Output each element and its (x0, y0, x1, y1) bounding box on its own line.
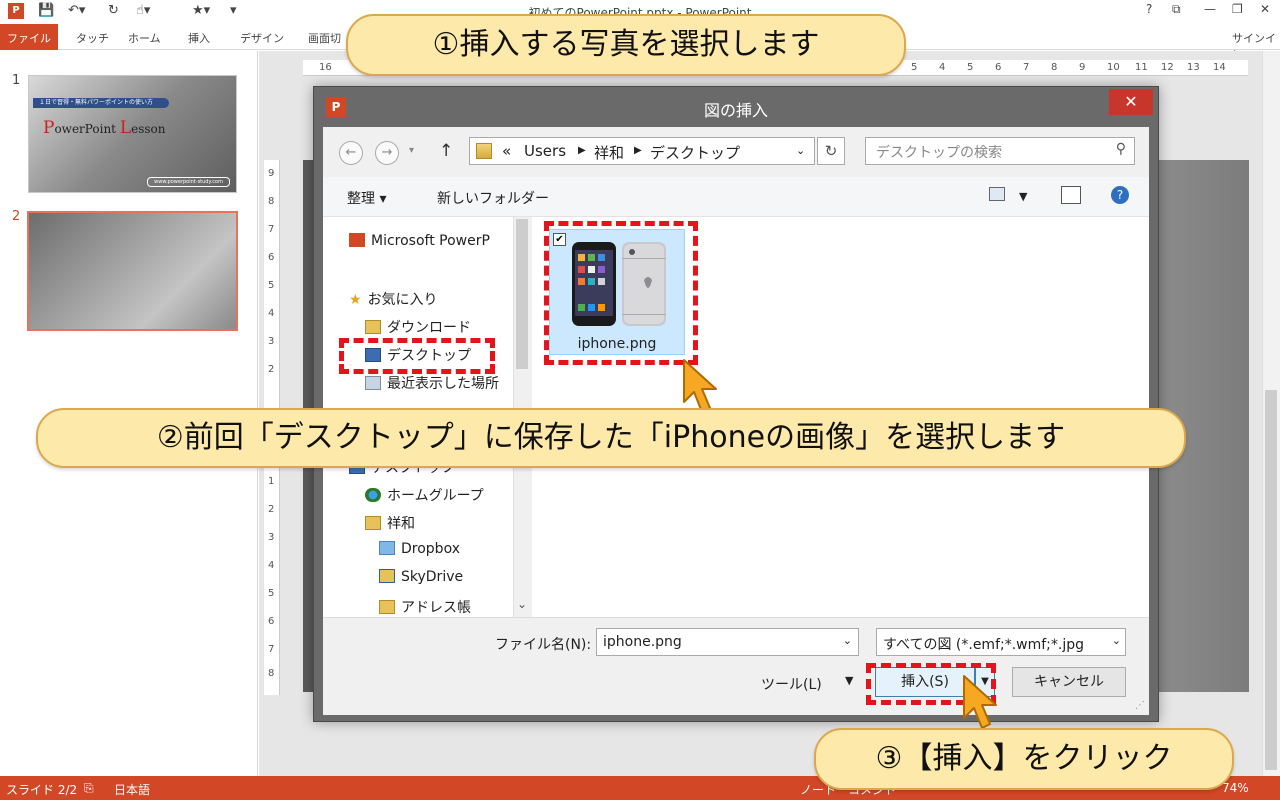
zoom-level[interactable]: 74% (1222, 781, 1249, 795)
highlight-desktop-nav (339, 338, 495, 374)
view-options-icon[interactable] (989, 187, 1005, 201)
nav-item-dropbox[interactable]: Dropbox (379, 541, 460, 557)
dropbox-icon (379, 541, 395, 555)
slide-number: 2 (12, 209, 21, 224)
dialog-title-bar: P 図の挿入 ✕ (314, 87, 1158, 127)
organize-button[interactable]: 整理 ▾ (347, 188, 386, 208)
star-icon: ★ (349, 292, 362, 308)
contacts-folder-icon (379, 600, 395, 614)
chevron-down-icon[interactable]: ▼ (845, 674, 853, 687)
dialog-close-button[interactable]: ✕ (1109, 89, 1153, 115)
tab-insert[interactable]: 挿入 (188, 30, 210, 46)
tab-design[interactable]: デザイン (240, 30, 284, 46)
tab-home[interactable]: ホーム (128, 30, 161, 46)
filetype-select[interactable]: すべての図 (*.emf;*.wmf;*.jpg ⌄ (876, 628, 1126, 656)
spellcheck-icon[interactable]: ⎘ (84, 781, 94, 796)
callout-step2: ②前回「デスクトップ」に保存した「iPhoneの画像」を選択します (36, 408, 1186, 468)
tab-touch[interactable]: タッチ (76, 30, 109, 46)
chevron-down-icon[interactable]: ⌄ (796, 144, 805, 157)
breadcrumb-user[interactable]: 祥和 (594, 142, 624, 163)
nav-item-favorites[interactable]: ★ お気に入り (349, 289, 438, 309)
callout-step1: ①挿入する写真を選択します (346, 14, 906, 76)
folder-icon (476, 143, 492, 159)
tab-file[interactable]: ファイル (0, 24, 58, 50)
recent-locations-icon[interactable]: ▾ (409, 145, 414, 156)
language-indicator[interactable]: 日本語 (114, 781, 150, 798)
help-button[interactable]: ? (1146, 2, 1152, 16)
filename-label: ファイル名(N): (495, 637, 592, 653)
dialog-footer: ファイル名(N): iphone.png ⌄ すべての図 (*.emf;*.wm… (323, 617, 1149, 715)
nav-item-user[interactable]: 祥和 (365, 513, 415, 533)
ribbon-display-button[interactable]: ⧉ (1172, 2, 1181, 17)
slide-url: www.powerpoint-study.com (147, 177, 230, 187)
search-input[interactable]: デスクトップの検索 ⚲ (865, 137, 1135, 165)
nav-item-downloads[interactable]: ダウンロード (365, 317, 471, 337)
chevron-down-icon[interactable]: ⌄ (1109, 634, 1121, 647)
recent-places-icon (365, 376, 381, 390)
nav-item-skydrive[interactable]: SkyDrive (379, 569, 463, 585)
breadcrumb-users[interactable]: Users (524, 142, 566, 160)
forward-button[interactable]: → (375, 141, 399, 165)
highlight-iphone-file (544, 221, 698, 365)
cursor-arrow-icon (683, 359, 717, 413)
slide-thumbnail-1[interactable]: １日で習得・無料パワーポイントの使い方 PowerPoint Lesson ww… (28, 75, 237, 193)
filename-input[interactable]: iphone.png ⌄ (596, 628, 859, 656)
powerpoint-icon (349, 233, 365, 247)
editor-scrollbar-thumb[interactable] (1265, 390, 1277, 770)
breadcrumb-desktop[interactable]: デスクトップ (650, 142, 740, 163)
help-icon[interactable]: ? (1111, 186, 1129, 204)
homegroup-icon (365, 488, 381, 502)
user-folder-icon (365, 516, 381, 530)
nav-pane-scrollbar-thumb[interactable] (516, 219, 528, 369)
resize-grip-icon[interactable]: ⋰ (1135, 700, 1145, 711)
slide-title: PowerPoint Lesson (43, 118, 166, 138)
search-icon[interactable]: ⚲ (1116, 141, 1126, 157)
dialog-title: 図の挿入 (703, 101, 768, 120)
address-row: ← → ▾ ↑ « Users ▶ 祥和 ▶ デスクトップ ⌄ ↻ デスクトップ… (323, 127, 1149, 177)
tools-menu[interactable]: ツール(L) (761, 674, 822, 694)
slide-banner: １日で習得・無料パワーポイントの使い方 (33, 98, 169, 108)
cancel-button[interactable]: キャンセル (1012, 667, 1126, 697)
chevron-right-icon: ▶ (634, 145, 642, 156)
close-window-button[interactable]: ✕ (1260, 2, 1270, 16)
slide-thumbnail-2[interactable] (27, 211, 238, 331)
cursor-arrow-icon (963, 675, 997, 729)
slide-number: 1 (12, 73, 21, 88)
insert-picture-dialog: P 図の挿入 ✕ ← → ▾ ↑ « Users ▶ 祥和 ▶ デスクトップ ⌄… (313, 86, 1159, 722)
path-overflow[interactable]: « (502, 142, 511, 160)
tab-transitions[interactable]: 画面切 (308, 30, 341, 46)
nav-item-contacts[interactable]: アドレス帳 (379, 597, 471, 617)
nav-item-recent[interactable]: 最近表示した場所 (365, 373, 499, 393)
callout-step3: ③【挿入】をクリック (814, 728, 1234, 790)
up-button[interactable]: ↑ (439, 141, 453, 161)
maximize-button[interactable]: ❐ (1232, 2, 1243, 16)
chevron-down-icon[interactable]: ▼ (1019, 190, 1027, 203)
chevron-down-icon[interactable]: ⌄ (843, 634, 852, 647)
preview-pane-icon[interactable] (1061, 186, 1081, 204)
back-button[interactable]: ← (339, 141, 363, 165)
minimize-button[interactable]: — (1204, 2, 1216, 16)
address-bar[interactable]: « Users ▶ 祥和 ▶ デスクトップ ⌄ (469, 137, 815, 165)
nav-item-homegroup[interactable]: ホームグループ (365, 485, 484, 505)
slide-counter: スライド 2/2 (6, 783, 78, 797)
skydrive-icon (379, 569, 395, 583)
nav-item-powerpoint[interactable]: Microsoft PowerP (349, 233, 490, 249)
chevron-down-icon[interactable]: ⌄ (517, 597, 527, 611)
dialog-toolbar: 整理 ▾ 新しいフォルダー ▼ ? (323, 177, 1149, 217)
refresh-button[interactable]: ↻ (817, 137, 845, 165)
new-folder-button[interactable]: 新しいフォルダー (437, 188, 549, 208)
download-folder-icon (365, 320, 381, 334)
chevron-right-icon: ▶ (578, 145, 586, 156)
